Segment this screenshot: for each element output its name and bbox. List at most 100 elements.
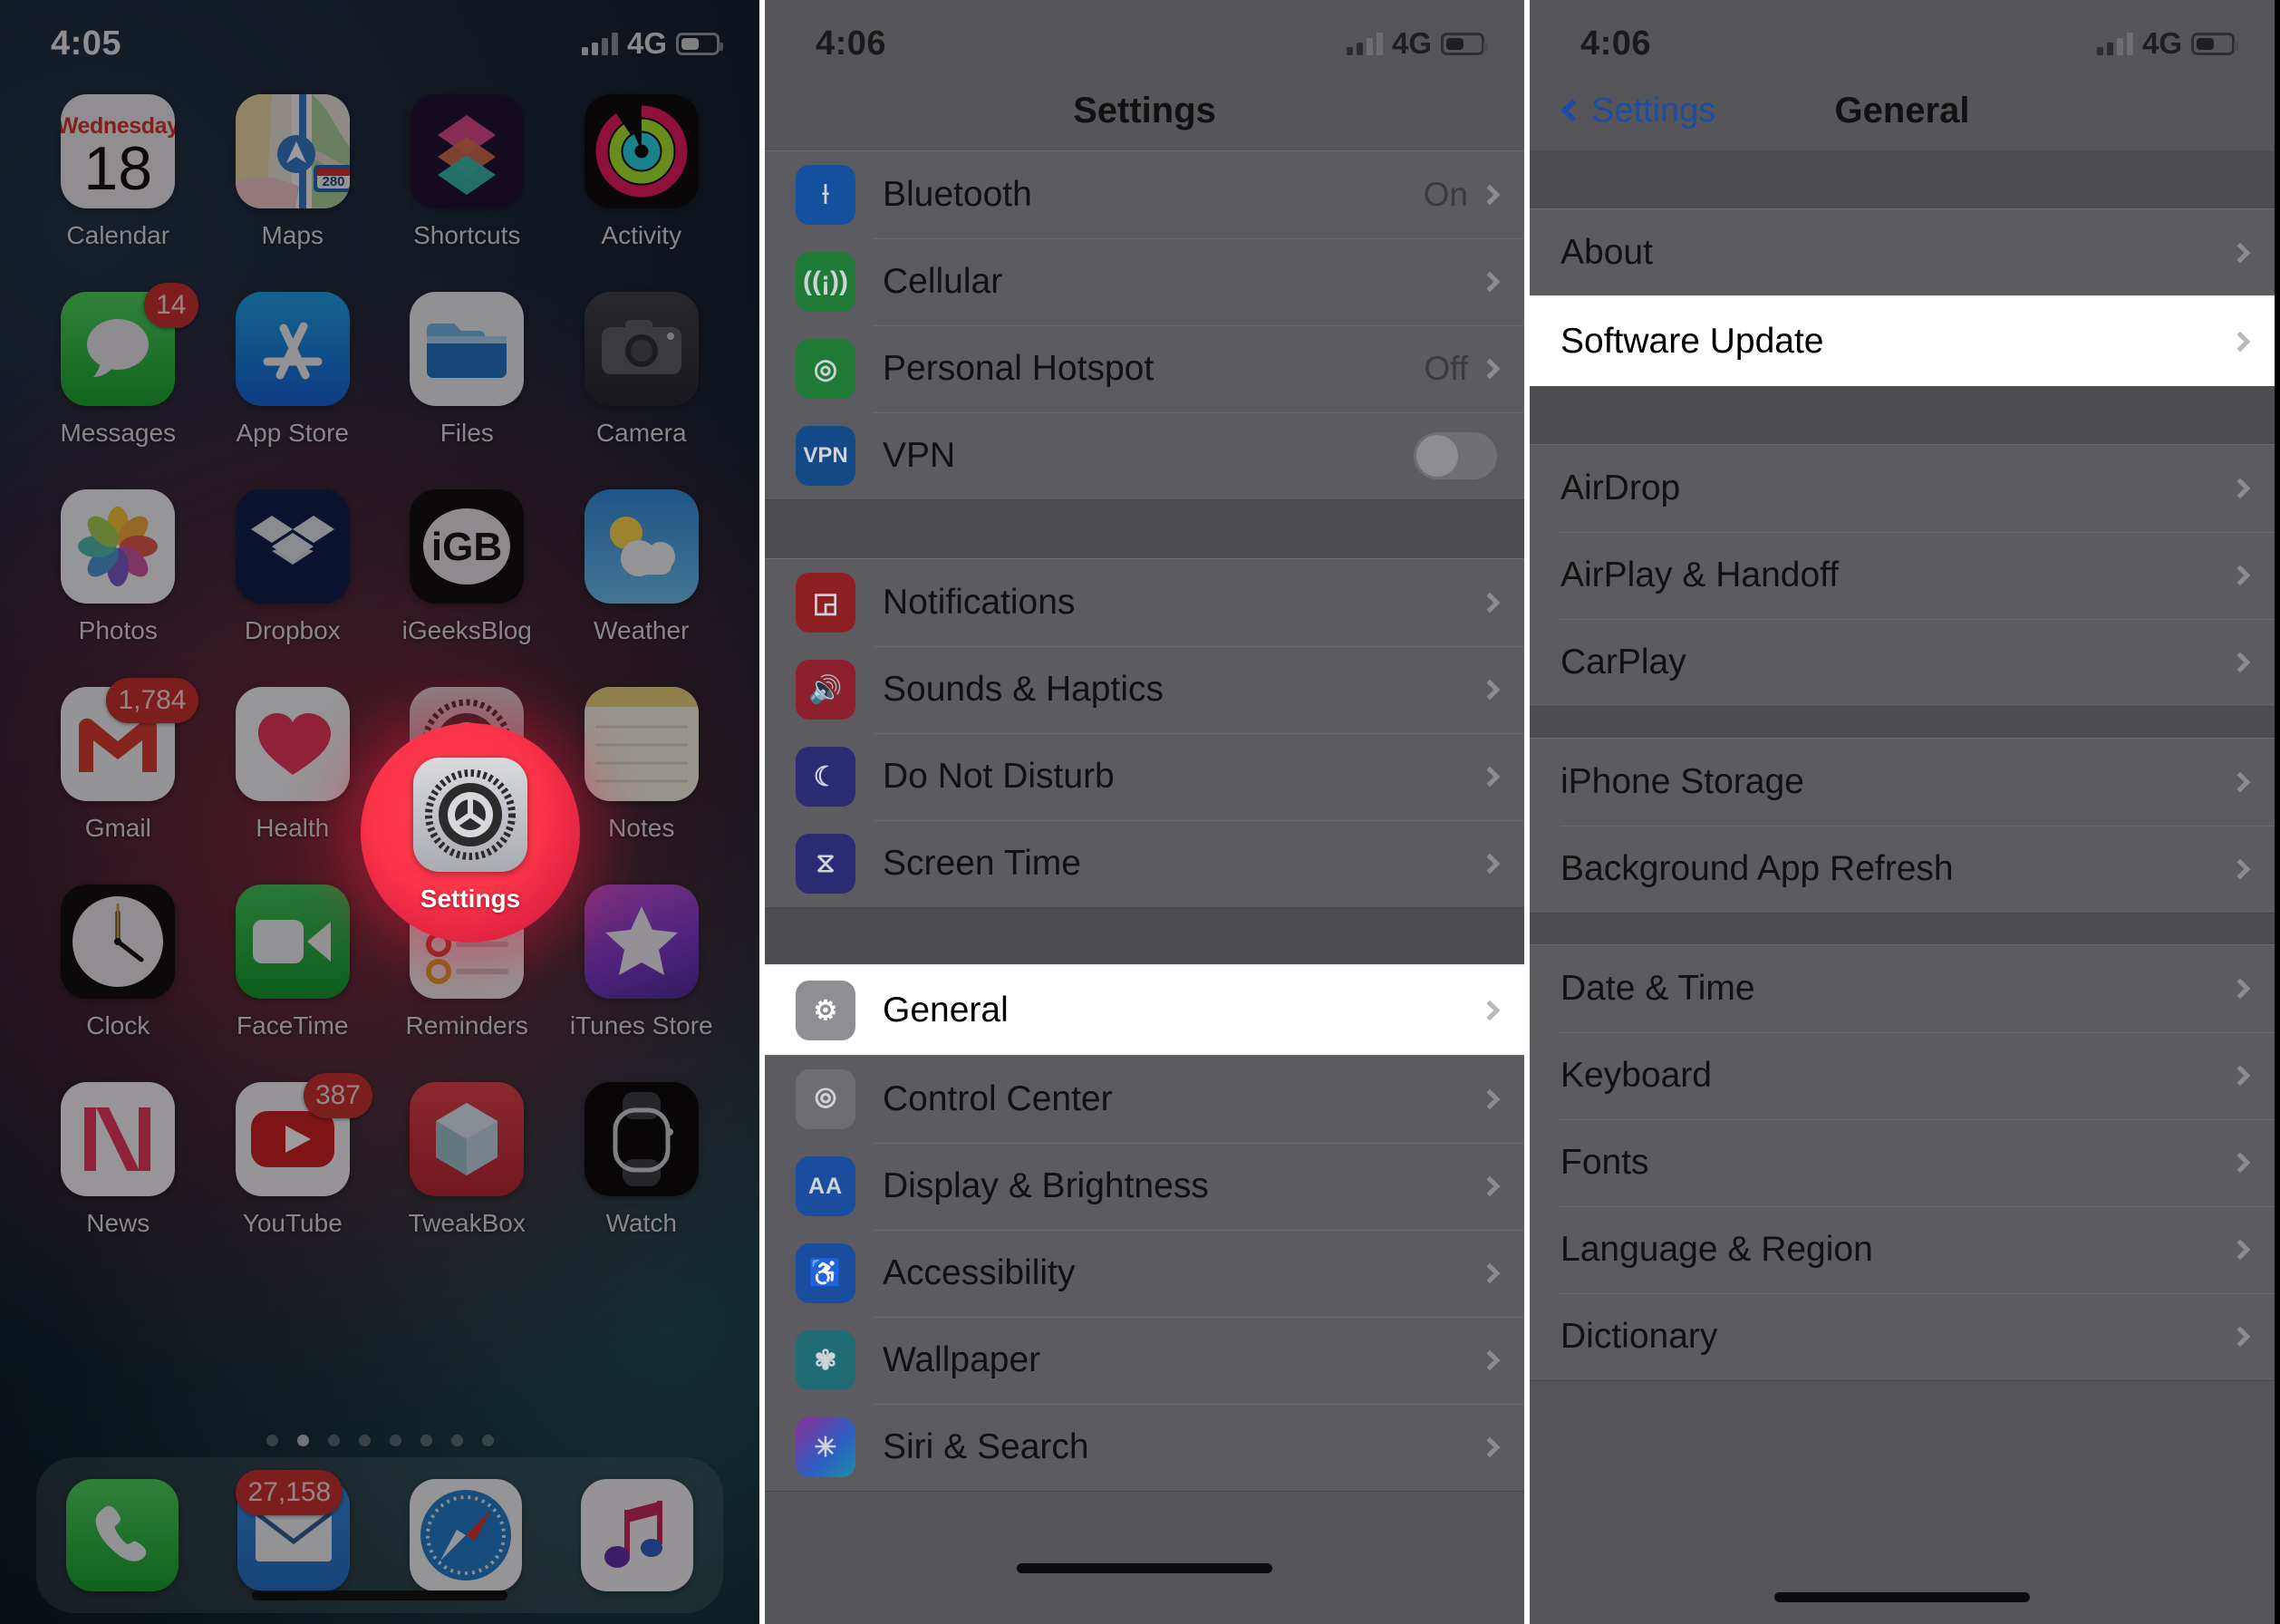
app-icon-igeeksblog[interactable]: iGB iGeeksBlog (380, 489, 555, 645)
signal-strength-icon (1346, 32, 1383, 55)
general-row-language-region[interactable]: Language & Region (1530, 1206, 2275, 1293)
page-indicator-dots[interactable] (0, 1435, 759, 1446)
general-row-about[interactable]: About (1530, 209, 2275, 296)
general-row-dictionary[interactable]: Dictionary (1530, 1293, 2275, 1380)
chevron-right-icon (1479, 766, 1501, 788)
app-icon-camera[interactable]: Camera (555, 292, 729, 448)
chevron-right-icon (1479, 358, 1501, 380)
weather-icon (584, 489, 699, 604)
settings-row-display-brightness[interactable]: AA Display & Brightness (765, 1143, 1524, 1230)
settings-row-accessibility[interactable]: ♿ Accessibility (765, 1230, 1524, 1317)
app-icon-photos[interactable]: Photos (31, 489, 206, 645)
general-group-storage: iPhone Storage Background App Refresh (1530, 738, 2275, 914)
app-label: YouTube (242, 1209, 343, 1237)
section-gap (1530, 914, 2275, 944)
app-icon-health[interactable]: Health (206, 687, 381, 843)
dock-icon-phone[interactable] (65, 1479, 179, 1591)
app-icon-shortcuts[interactable]: Shortcuts (380, 94, 555, 250)
settings-row-cellular[interactable]: ((¡)) Cellular (765, 238, 1524, 325)
dock-icon-mail[interactable]: 27,158 (236, 1470, 351, 1591)
general-row-keyboard[interactable]: Keyboard (1530, 1032, 2275, 1119)
chevron-right-icon (2229, 331, 2251, 353)
settings-gear-icon (413, 758, 527, 872)
settings-row-personal-hotspot[interactable]: ◎ Personal Hotspot Off (765, 325, 1524, 412)
general-row-airdrop[interactable]: AirDrop (1530, 445, 2275, 532)
screen-time-icon: ⧖ (796, 834, 855, 894)
app-icon-youtube[interactable]: 387 YouTube (206, 1073, 381, 1238)
settings-row-vpn[interactable]: VPN VPN (765, 412, 1524, 499)
app-label: Maps (261, 221, 324, 249)
back-button-settings[interactable]: Settings (1560, 92, 1715, 130)
settings-row-wallpaper[interactable]: ✾ Wallpaper (765, 1317, 1524, 1404)
maps-icon: 280 (235, 94, 350, 208)
app-label: Weather (594, 616, 690, 644)
app-icon-facetime[interactable]: FaceTime (206, 884, 381, 1040)
app-label: Dropbox (244, 616, 341, 644)
app-icon-itunes-store[interactable]: iTunes Store (555, 884, 729, 1040)
app-icon-tweakbox[interactable]: TweakBox (380, 1082, 555, 1238)
dock-icon-safari[interactable] (409, 1479, 522, 1591)
svg-text:iGB: iGB (431, 525, 502, 569)
app-icon-settings[interactable]: Settings (413, 758, 527, 914)
general-row-background-app-refresh[interactable]: Background App Refresh (1530, 826, 2275, 913)
app-icon-gmail[interactable]: 1,784 Gmail (31, 678, 206, 843)
settings-row-sounds-haptics[interactable]: 🔊 Sounds & Haptics (765, 646, 1524, 733)
app-icon-notes[interactable]: Notes (555, 687, 729, 843)
app-icon-activity[interactable]: Activity (555, 94, 729, 250)
settings-panel: 4:06 4G Settings ⟊ Bluetooth On ((¡)) Ce… (759, 0, 1530, 1624)
activity-icon (584, 94, 699, 208)
app-icon-calendar[interactable]: Wednesday 18 Calendar (31, 94, 206, 250)
notification-badge: 387 (303, 1073, 372, 1118)
app-label: Files (440, 419, 494, 447)
settings-highlight-spotlight[interactable]: Settings (361, 723, 580, 942)
app-icon-news[interactable]: News (31, 1082, 206, 1238)
settings-row-do-not-disturb[interactable]: ☾ Do Not Disturb (765, 733, 1524, 820)
app-label: TweakBox (408, 1209, 526, 1237)
app-icon-messages[interactable]: 14 Messages (31, 283, 206, 448)
general-group-software-update-highlighted: Software Update (1530, 297, 2275, 386)
chevron-right-icon (1479, 1000, 1501, 1021)
chevron-right-icon (2229, 652, 2251, 673)
home-status-bar: 4:05 4G (0, 0, 759, 71)
vpn-toggle[interactable] (1414, 432, 1497, 479)
chevron-right-icon (2229, 478, 2251, 499)
settings-row-screen-time[interactable]: ⧖ Screen Time (765, 820, 1524, 907)
battery-icon (2191, 32, 2238, 55)
bluetooth-icon: ⟊ (796, 165, 855, 225)
dock-icon-music[interactable] (581, 1479, 694, 1591)
app-icon-dropbox[interactable]: Dropbox (206, 489, 381, 645)
dropbox-icon (235, 489, 350, 604)
tweakbox-icon (410, 1082, 525, 1196)
app-icon-watch[interactable]: Watch (555, 1082, 729, 1238)
app-icon-app-store[interactable]: App Store (206, 292, 381, 448)
app-icon-clock[interactable]: Clock (31, 884, 206, 1040)
app-icon-files[interactable]: Files (380, 292, 555, 448)
app-icon-weather[interactable]: Weather (555, 489, 729, 645)
settings-row-notifications[interactable]: ◲ Notifications (765, 559, 1524, 646)
general-row-software-update[interactable]: Software Update (1530, 298, 2275, 385)
row-value: On (1423, 176, 1468, 213)
app-label: Reminders (405, 1011, 528, 1039)
app-icon-maps[interactable]: 280 Maps (206, 94, 381, 250)
settings-row-general[interactable]: ⚙ General (765, 967, 1524, 1054)
general-panel: 4:06 4G Settings General About Software … (1530, 0, 2275, 1624)
chevron-left-icon (1560, 99, 1584, 122)
vpn-icon: VPN (796, 426, 855, 486)
settings-row-bluetooth[interactable]: ⟊ Bluetooth On (765, 151, 1524, 238)
cellular-icon: ((¡)) (796, 252, 855, 312)
general-nav-bar: Settings General (1530, 71, 2275, 150)
section-gap (1530, 707, 2275, 738)
app-label: Messages (60, 419, 177, 447)
settings-nav-bar: Settings (765, 71, 1524, 150)
row-value: Off (1424, 350, 1468, 387)
app-label: iGeeksBlog (401, 616, 532, 644)
settings-group-connectivity: ⟊ Bluetooth On ((¡)) Cellular ◎ Personal… (765, 150, 1524, 500)
general-row-carplay[interactable]: CarPlay (1530, 619, 2275, 706)
chevron-right-icon (1479, 853, 1501, 875)
general-row-fonts[interactable]: Fonts (1530, 1119, 2275, 1206)
settings-row-siri-search[interactable]: ✳ Siri & Search (765, 1404, 1524, 1491)
general-row-airplay-handoff[interactable]: AirPlay & Handoff (1530, 532, 2275, 619)
general-row-iphone-storage[interactable]: iPhone Storage (1530, 739, 2275, 826)
general-row-date-time[interactable]: Date & Time (1530, 945, 2275, 1032)
settings-row-control-center[interactable]: ⦾ Control Center (765, 1056, 1524, 1143)
